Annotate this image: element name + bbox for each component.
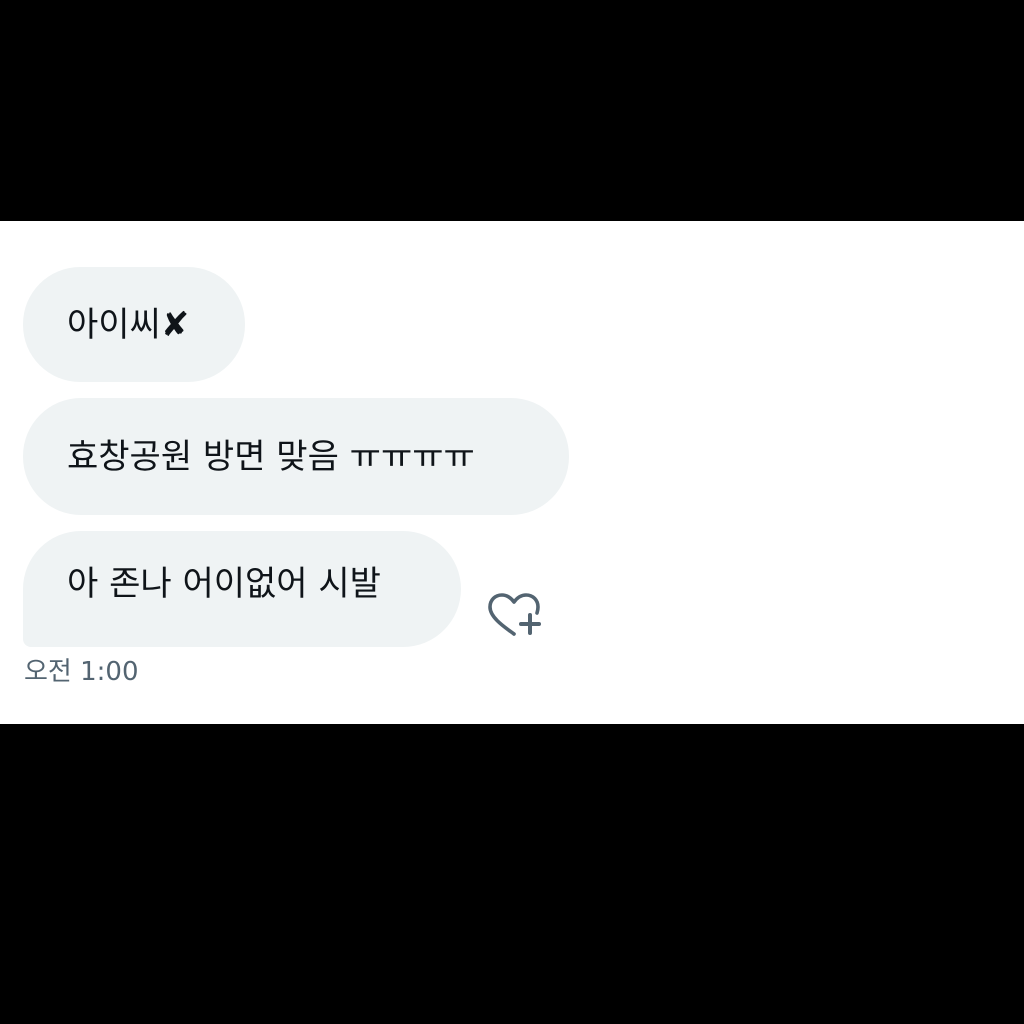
letterbox-bottom: [0, 724, 1024, 1024]
letterbox-top: [0, 0, 1024, 221]
message-text: 아이씨✘: [67, 304, 190, 345]
message-bubble[interactable]: 아이씨✘: [23, 267, 245, 382]
add-reaction-button[interactable]: [484, 591, 544, 641]
heart-plus-icon: [488, 593, 541, 636]
message-timestamp: 오전 1:00: [24, 657, 139, 687]
message-text: 아 존나 어이없어 시발: [67, 564, 381, 604]
message-bubble[interactable]: 아 존나 어이없어 시발: [23, 531, 461, 647]
message-text: 효창공원 방면 맞음 ㅠㅠㅠㅠ: [67, 436, 475, 477]
message-bubble[interactable]: 효창공원 방면 맞음 ㅠㅠㅠㅠ: [23, 398, 569, 515]
message-thread: 아이씨✘ 효창공원 방면 맞음 ㅠㅠㅠㅠ 아 존나 어이없어 시발 오전 1:0…: [0, 221, 1024, 724]
